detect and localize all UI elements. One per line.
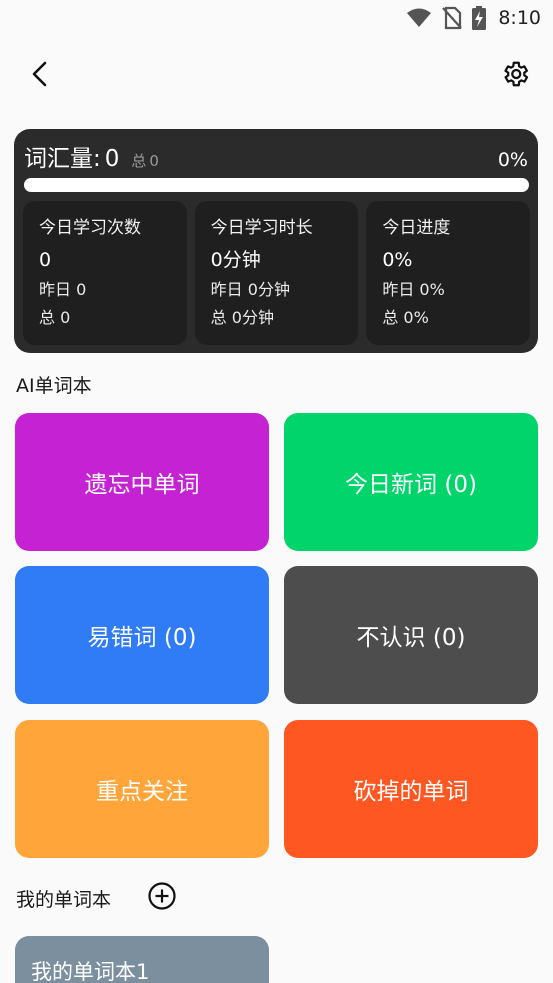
back-button[interactable] <box>22 58 58 94</box>
settings-button[interactable] <box>497 58 533 94</box>
tile-yesterday: 昨日 0分钟 <box>210 280 290 299</box>
tile-title: 今日进度 <box>382 218 451 238</box>
today-new-words-button[interactable]: 今日新词 (0) <box>284 413 538 551</box>
tile-yesterday: 昨日 0% <box>382 280 445 299</box>
tile-value: 0 <box>39 249 52 271</box>
stat-tile-study-count: 今日学习次数 0 昨日 0 总 0 <box>23 201 187 345</box>
vocab-percent: 0% <box>497 149 528 171</box>
stat-tile-progress: 今日进度 0% 昨日 0% 总 0% <box>366 201 531 345</box>
status-bar: 8:10 <box>0 0 553 38</box>
my-wordbook-item[interactable]: 我的单词本1 <box>15 936 269 983</box>
forgetting-words-button[interactable]: 遗忘中单词 <box>15 413 269 551</box>
app-bar <box>0 50 553 102</box>
ai-wordbook-section-title: AI单词本 <box>16 375 92 397</box>
vocab-total-value: 0 <box>149 152 159 170</box>
back-arrow-icon <box>30 61 50 91</box>
tile-title: 今日学习时长 <box>210 218 313 238</box>
vocab-stats-card: 词汇量: 0 总 0 0% 今日学习次数 0 昨日 0 总 0 今日学习时长 0… <box>14 129 538 353</box>
tile-total: 总 0% <box>382 308 429 327</box>
tile-yesterday: 昨日 0 <box>39 280 87 299</box>
status-icons: 8:10 <box>406 6 541 30</box>
my-wordbook-section-title: 我的单词本 <box>16 889 112 911</box>
tile-value: 0分钟 <box>210 249 261 271</box>
tile-value: 0% <box>382 249 413 271</box>
battery-charging-icon <box>472 6 487 30</box>
tile-total: 总 0分钟 <box>210 308 274 327</box>
vocab-total-label: 总 <box>131 152 147 170</box>
wifi-icon <box>406 7 432 29</box>
status-time: 8:10 <box>498 7 541 29</box>
vocab-summary: 词汇量: 0 总 0 0% <box>24 139 528 173</box>
removed-words-button[interactable]: 砍掉的单词 <box>284 720 538 858</box>
no-sim-icon <box>442 6 463 30</box>
key-focus-words-button[interactable]: 重点关注 <box>15 720 269 858</box>
stat-tile-study-duration: 今日学习时长 0分钟 昨日 0分钟 总 0分钟 <box>194 201 359 345</box>
vocab-value: 0 <box>104 146 120 172</box>
add-wordbook-button[interactable] <box>146 882 178 914</box>
tile-total: 总 0 <box>39 308 71 327</box>
vocab-label: 词汇量: <box>24 146 101 172</box>
vocab-progress-bar <box>24 178 529 192</box>
tile-title: 今日学习次数 <box>39 218 141 238</box>
unknown-words-button[interactable]: 不认识 (0) <box>284 566 538 704</box>
error-prone-words-button[interactable]: 易错词 (0) <box>15 566 269 704</box>
gear-icon <box>500 59 530 93</box>
screen: 8:10 词汇量: 0 总 0 0% 今日学习次数 0 昨日 0 总 0 今日学… <box>0 0 553 983</box>
add-circle-icon <box>147 881 177 915</box>
stat-tiles: 今日学习次数 0 昨日 0 总 0 今日学习时长 0分钟 昨日 0分钟 总 0分… <box>23 201 531 345</box>
